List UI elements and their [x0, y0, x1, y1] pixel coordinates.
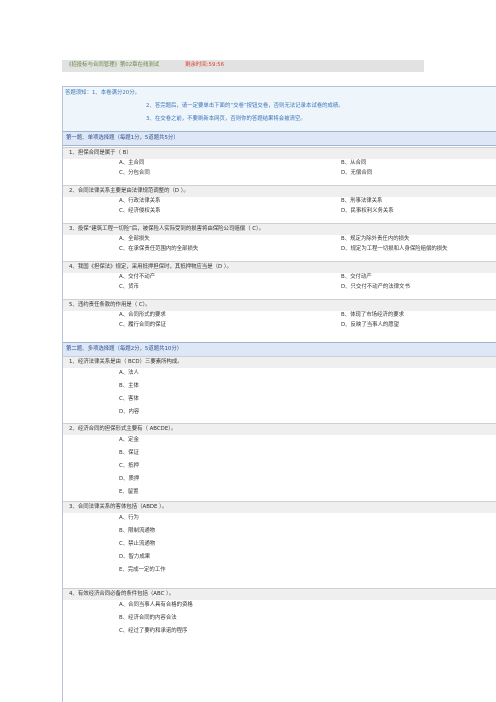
option-label: A、定金	[119, 436, 139, 443]
answer-option[interactable]: D、反映了当事人的愿望	[341, 320, 399, 331]
notice-line-1: 答题须知：1、本卷满分20分。	[65, 90, 140, 96]
option-label: D、只交付不动产的法律文书	[341, 283, 410, 290]
option-label: C、客体	[119, 395, 139, 402]
answer-option[interactable]: C、经济侵权关系	[119, 206, 161, 217]
option-label: A、行为	[119, 514, 139, 521]
timer-value: 59:56	[208, 62, 225, 69]
option-label: A、全部损失	[119, 235, 150, 242]
question-row: 1、经济法律关系是由（ BCD）三要素所构成。	[63, 356, 496, 368]
option-label: B、限制流通物	[119, 527, 156, 534]
section-header: 第一题、单项选择题（每题1分，5道题共5分）	[63, 131, 496, 146]
answer-option[interactable]: D、智力成果	[119, 552, 150, 563]
option-label: D、规定为工程一切损和人身保险赔偿的损失	[341, 245, 448, 252]
question-text: 5、违约责任条款的作用是（ C）。	[69, 301, 151, 308]
option-label: B、经济合同的内容合法	[119, 614, 177, 621]
option-label: A、交付不动产	[119, 273, 156, 280]
question-text: 3、合同法律关系的客体包括（ABDE ）。	[69, 503, 168, 510]
question-text: 2、经济合同的担保形式主要有（ ABCDE）。	[69, 425, 177, 432]
question-text: 1、经济法律关系是由（ BCD）三要素所构成。	[69, 358, 183, 365]
option-label: C、货币	[119, 283, 139, 290]
answer-option[interactable]: C、经过了要约和承诺的程序	[119, 626, 187, 637]
option-label: B、从合同	[341, 159, 367, 166]
option-label: D、民事权利义务关系	[341, 207, 394, 214]
section-title: 第二题、多项选择题（每题2分，5道题共10分）	[66, 345, 183, 352]
option-label: C、履行合同的保证	[119, 321, 166, 328]
answer-option[interactable]: D、只交付不动产的法律文书	[341, 282, 410, 293]
section-title: 第一题、单项选择题（每题1分，5道题共5分）	[66, 134, 179, 141]
option-label: B、交付动产	[341, 273, 372, 280]
answer-option[interactable]: C、抵押	[119, 461, 139, 472]
answer-option[interactable]: D、民事权利义务关系	[341, 206, 394, 217]
option-label: C、经济侵权关系	[119, 207, 161, 214]
option-label: A、行政法律关系	[119, 197, 161, 204]
option-label: C、分包合同	[119, 169, 150, 176]
answer-option[interactable]: B、主体	[119, 381, 139, 392]
answer-option[interactable]: E、完成一定的工作	[119, 565, 166, 576]
option-label: C、禁止流通物	[119, 540, 156, 547]
answer-option[interactable]: D、质押	[119, 474, 139, 485]
answer-option[interactable]: D、无偿合同	[341, 168, 372, 179]
answer-option[interactable]: A、法人	[119, 368, 139, 379]
option-label: E、完成一定的工作	[119, 566, 166, 573]
option-label: D、智力成果	[119, 553, 151, 560]
option-label: B、保证	[119, 449, 139, 456]
answer-option[interactable]: C、在承保责任范围内的全部损失	[119, 244, 198, 255]
option-label: D、反映了当事人的愿望	[341, 321, 400, 328]
notice-box: 答题须知：1、本卷满分20分。 2、答完题后，请一定要单击下面的“交卷”按钮交卷…	[63, 86, 496, 132]
option-label: E、留置	[119, 488, 139, 495]
answer-option[interactable]: D、内容	[119, 407, 139, 418]
option-label: D、内容	[119, 408, 140, 415]
question-text: 1、担保合同是属于（ B）	[69, 149, 132, 156]
option-label: A、合同形式的要求	[119, 311, 166, 318]
answer-option[interactable]: A、合同当事人具有合格的资格	[119, 600, 193, 611]
question-row: 4、有效经济合同必备的条件包括（ABC ）。	[63, 588, 496, 600]
test-header: 《招投标与合同管理》第02章在线测试 剩余时间: 59:56	[62, 60, 424, 72]
option-label: D、质押	[119, 475, 140, 482]
option-label: A、合同当事人具有合格的资格	[119, 601, 193, 608]
option-label: C、抵押	[119, 462, 139, 469]
answer-option[interactable]: C、客体	[119, 394, 139, 405]
notice-line-3: 3、在交卷之前，不要刷新本网页，否则你的答题结果将会被清空。	[146, 116, 306, 122]
question-text: 3、投保“建筑工程一切险”后，被保险人实际受到的损害将由保险公司赔偿（ C）。	[69, 225, 265, 232]
answer-option[interactable]: A、定金	[119, 435, 139, 446]
answer-option[interactable]: C、履行合同的保证	[119, 320, 166, 331]
answer-option[interactable]: D、规定为工程一切损和人身保险赔偿的损失	[341, 244, 448, 255]
notice-line-2: 2、答完题后，请一定要单击下面的“交卷”按钮交卷，否则无法记录本试卷的成绩。	[146, 103, 344, 109]
section-header: 第二题、多项选择题（每题2分，5道题共10分）	[63, 342, 496, 357]
option-label: B、体现了市场经济的要求	[341, 311, 404, 318]
timer-label: 剩余时间:	[185, 62, 209, 69]
option-label: A、主合同	[119, 159, 145, 166]
option-label: D、无偿合同	[341, 169, 373, 176]
option-label: B、规定为除外责任内的损失	[341, 235, 410, 242]
question-text: 4、我国《担保法》规定，采用抵押担保时，其抵押物应当是（D ）。	[69, 263, 232, 270]
test-title: 《招投标与合同管理》第02章在线测试	[66, 62, 160, 69]
question-row: 3、合同法律关系的客体包括（ABDE ）。	[63, 501, 496, 513]
answer-option[interactable]: A、行为	[119, 513, 139, 524]
option-label: C、经过了要约和承诺的程序	[119, 627, 188, 634]
answer-option[interactable]: C、分包合同	[119, 168, 150, 179]
answer-option[interactable]: B、限制流通物	[119, 526, 155, 537]
answer-option[interactable]: C、货币	[119, 282, 139, 293]
option-label: A、法人	[119, 369, 139, 376]
test-sheet: 答题须知：1、本卷满分20分。 2、答完题后，请一定要单击下面的“交卷”按钮交卷…	[62, 86, 496, 702]
option-label: B、主体	[119, 382, 139, 389]
answer-option[interactable]: B、保证	[119, 448, 139, 459]
question-text: 2、合同法律关系主要是由法律规范调整的（D ）。	[69, 187, 189, 194]
question-row: 2、经济合同的担保形式主要有（ ABCDE）。	[63, 423, 496, 435]
answer-option[interactable]: E、留置	[119, 487, 139, 498]
answer-option[interactable]: B、经济合同的内容合法	[119, 613, 177, 624]
question-text: 4、有效经济合同必备的条件包括（ABC ）。	[69, 590, 175, 597]
option-label: C、在承保责任范围内的全部损失	[119, 245, 199, 252]
option-label: B、刑事法律关系	[341, 197, 383, 204]
answer-option[interactable]: C、禁止流通物	[119, 539, 155, 550]
